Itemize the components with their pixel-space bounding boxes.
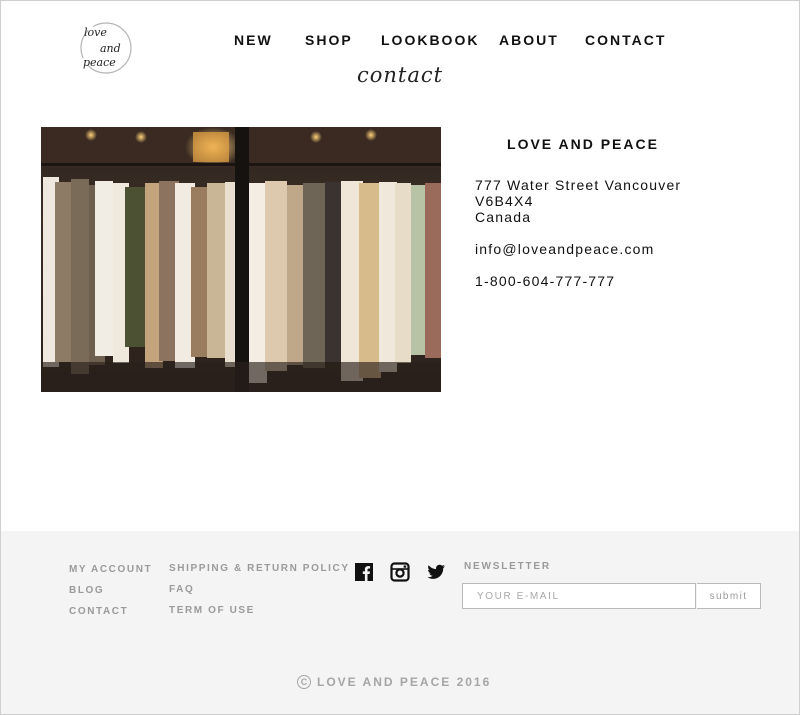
- newsletter-submit-button[interactable]: submit: [697, 583, 761, 609]
- store-photo: [41, 127, 441, 392]
- instagram-icon[interactable]: [390, 562, 410, 582]
- copyright-icon: C: [297, 674, 311, 689]
- nav-item-lookbook[interactable]: LOOKBOOK: [381, 32, 479, 48]
- address-line-2: V6B4X4: [475, 193, 534, 209]
- nav-item-shop[interactable]: SHOP: [305, 32, 353, 48]
- address-line-1: 777 Water Street Vancouver: [475, 177, 682, 193]
- nav-item-new[interactable]: NEW: [234, 32, 273, 48]
- newsletter-label: NEWSLETTER: [464, 561, 551, 572]
- footer-link-faq[interactable]: FAQ: [169, 584, 194, 595]
- footer-link-terms[interactable]: TERM OF USE: [169, 605, 255, 616]
- main-nav: NEW SHOP LOOKBOOK ABOUT CONTACT: [0, 32, 800, 52]
- twitter-icon[interactable]: [426, 562, 446, 582]
- page-title: contact: [356, 63, 444, 87]
- store-name: LOVE AND PEACE: [507, 136, 659, 152]
- footer-link-shipping-return[interactable]: SHIPPING & RETURN POLICY: [169, 563, 350, 574]
- address-line-3: Canada: [475, 209, 532, 225]
- phone-number[interactable]: 1-800-604-777-777: [475, 273, 615, 289]
- svg-text:peace: peace: [83, 56, 116, 69]
- email-link[interactable]: info@loveandpeace.com: [475, 241, 655, 257]
- footer-link-my-account[interactable]: MY ACCOUNT: [69, 564, 152, 575]
- copyright: C LOVE AND PEACE 2016: [297, 673, 491, 691]
- nav-item-about[interactable]: ABOUT: [499, 32, 559, 48]
- facebook-icon[interactable]: [354, 562, 374, 582]
- footer-link-blog[interactable]: BLOG: [69, 585, 104, 596]
- copyright-text: LOVE AND PEACE 2016: [317, 674, 492, 689]
- newsletter-email-input[interactable]: [462, 583, 696, 609]
- nav-item-contact[interactable]: CONTACT: [585, 32, 666, 48]
- footer-link-contact[interactable]: CONTACT: [69, 606, 128, 617]
